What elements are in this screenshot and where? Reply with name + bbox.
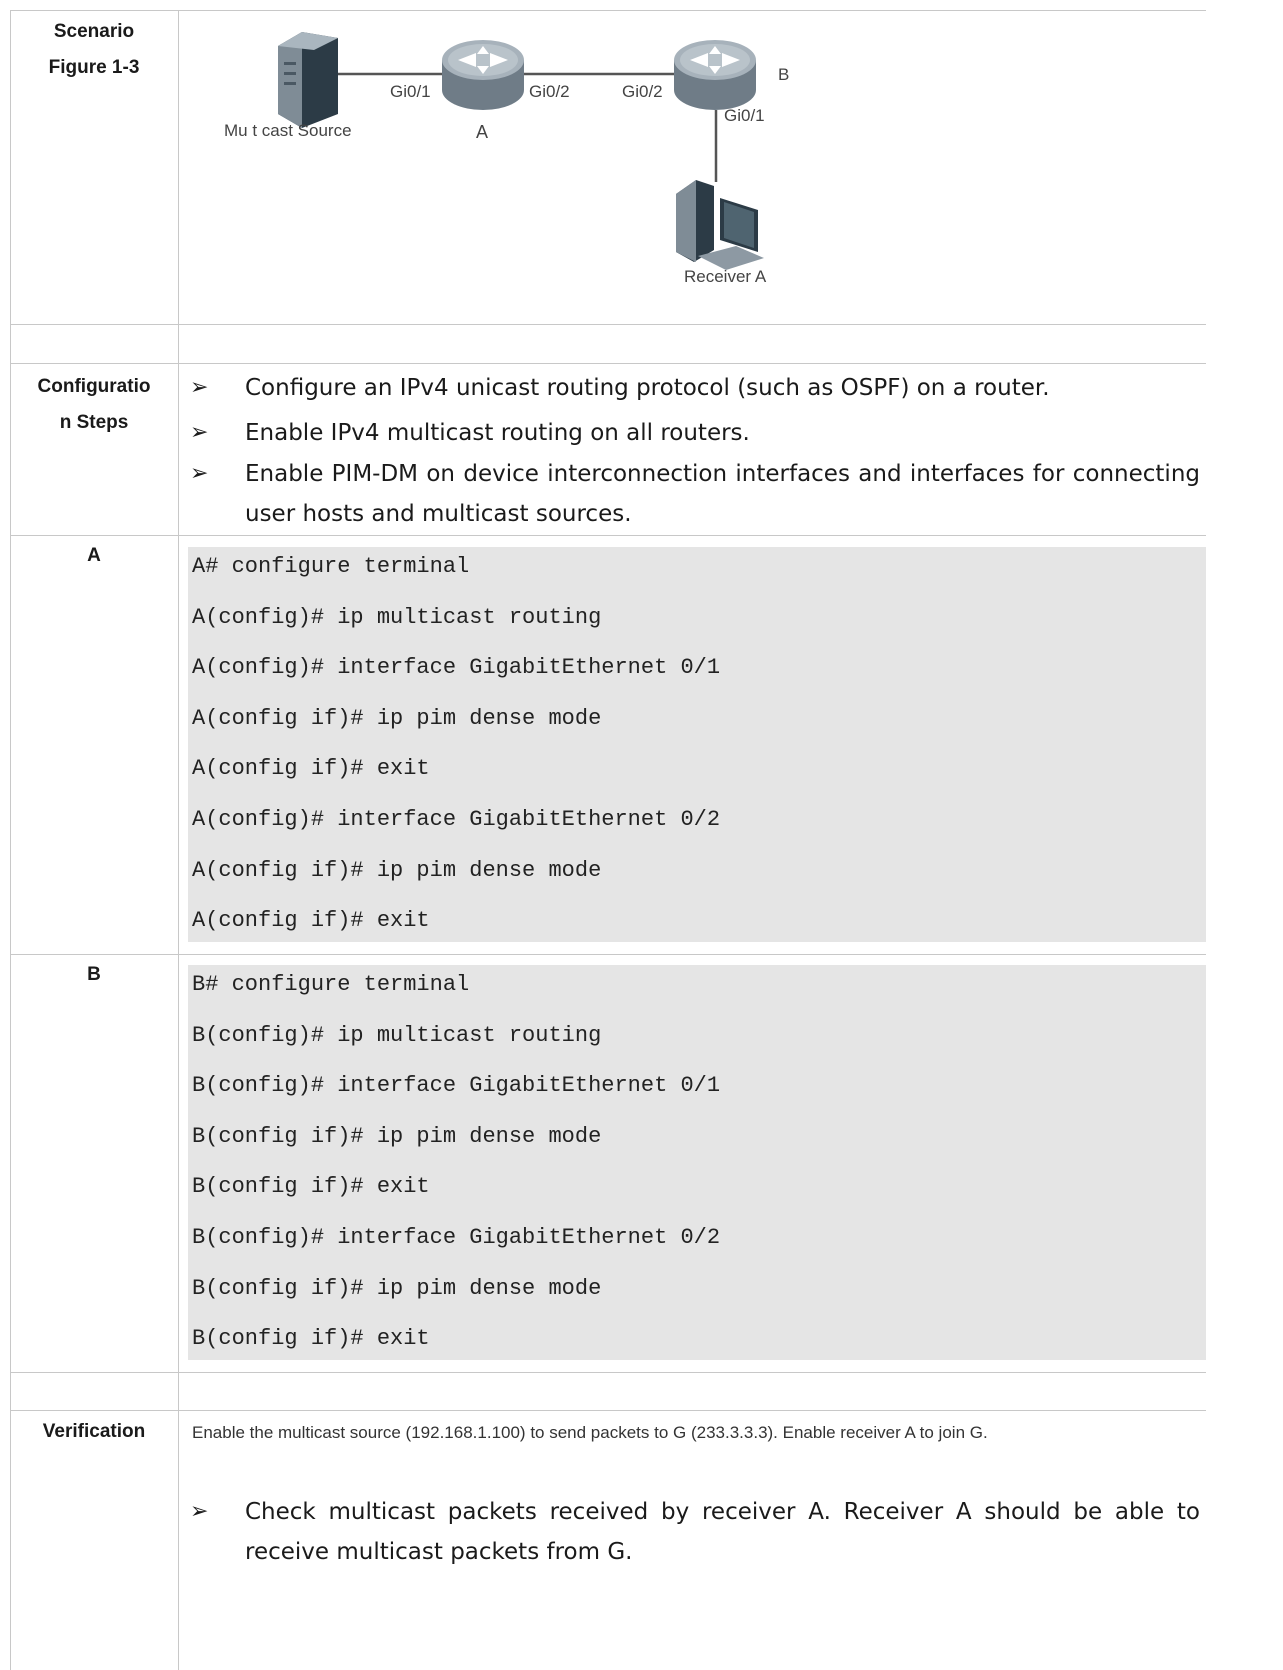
code-line: B(config)# interface GigabitEthernet 0/1 <box>192 1073 721 1099</box>
code-block-b: B# configure terminal B(config)# ip mult… <box>188 965 1206 1360</box>
step-item: ➢ Enable PIM-DM on device interconnectio… <box>190 454 1200 534</box>
code-line: B(config)# ip multicast routing <box>192 1022 602 1048</box>
server-icon <box>278 32 338 128</box>
row-divider <box>10 1372 1206 1373</box>
router-icon <box>442 40 524 110</box>
port-label: Gi0/2 <box>529 82 570 101</box>
port-label: Gi0/1 <box>724 106 765 125</box>
code-line: B(config if)# exit <box>192 1326 430 1352</box>
code-line: A(config if)# exit <box>192 756 430 782</box>
step-text: Configure an IPv4 unicast routing protoc… <box>245 375 1050 401</box>
code-line: B(config if)# exit <box>192 1174 430 1200</box>
receiver-label: Receiver A <box>684 267 767 286</box>
code-line: A(config)# interface GigabitEthernet 0/1 <box>192 655 721 681</box>
step-item: ➢ Configure an IPv4 unicast routing prot… <box>190 368 1200 408</box>
step-item: ➢ Check multicast packets received by re… <box>190 1492 1200 1572</box>
router-icon <box>674 40 756 110</box>
row-divider <box>10 954 1206 955</box>
config-steps-label: Configuratio n Steps <box>10 369 178 441</box>
router-a-label: A <box>476 122 488 142</box>
code-line: B(config if)# ip pim dense mode <box>192 1123 602 1149</box>
bullet-arrow-icon: ➢ <box>190 1499 209 1524</box>
code-line: B(config if)# ip pim dense mode <box>192 1275 602 1301</box>
code-line: A(config)# interface GigabitEthernet 0/2 <box>192 806 721 832</box>
config-steps-label-line1: Configuratio <box>37 376 151 397</box>
code-line: B# configure terminal <box>192 972 470 997</box>
code-line: A# configure terminal <box>192 554 470 579</box>
step-item: ➢ Enable IPv4 multicast routing on all r… <box>190 413 1200 453</box>
code-line: A(config)# ip multicast routing <box>192 604 602 630</box>
device-b-label: B <box>87 964 101 985</box>
row-divider <box>10 535 1206 536</box>
bullet-arrow-icon: ➢ <box>190 461 209 486</box>
source-label: Mu t cast Source <box>224 121 352 140</box>
code-line: A(config if)# ip pim dense mode <box>192 857 602 883</box>
config-steps-label-line2: n Steps <box>59 412 129 433</box>
computer-icon <box>676 180 764 270</box>
scenario-label-line2: Figure 1-3 <box>48 57 140 78</box>
scenario-label: Scenario Figure 1-3 <box>10 14 178 86</box>
verification-label: Verification <box>42 1421 146 1442</box>
scenario-label-line1: Scenario <box>53 21 135 42</box>
row-divider <box>10 363 1206 364</box>
code-block-a: A# configure terminal A(config)# ip mult… <box>188 547 1206 942</box>
step-text: Enable PIM-DM on device interconnection … <box>245 461 1200 527</box>
verification-bullet-text: Check multicast packets received by rece… <box>245 1499 1200 1565</box>
topology-diagram: Mu t cast Source A B Gi0/1 Gi0/2 Gi0/2 G… <box>224 32 789 286</box>
router-b-label: B <box>778 65 789 84</box>
code-line: A(config if)# ip pim dense mode <box>192 705 602 731</box>
port-label: Gi0/2 <box>622 82 663 101</box>
row-divider <box>10 1410 1206 1411</box>
port-label: Gi0/1 <box>390 82 431 101</box>
column-divider <box>178 10 179 1670</box>
step-text: Enable IPv4 multicast routing on all rou… <box>245 420 750 446</box>
verification-text: Enable the multicast source (192.168.1.1… <box>192 1423 988 1442</box>
bullet-arrow-icon: ➢ <box>190 420 209 445</box>
code-line: A(config if)# exit <box>192 908 430 934</box>
bullet-arrow-icon: ➢ <box>190 375 209 400</box>
code-line: B(config)# interface GigabitEthernet 0/2 <box>192 1224 721 1250</box>
device-a-label: A <box>87 545 101 566</box>
